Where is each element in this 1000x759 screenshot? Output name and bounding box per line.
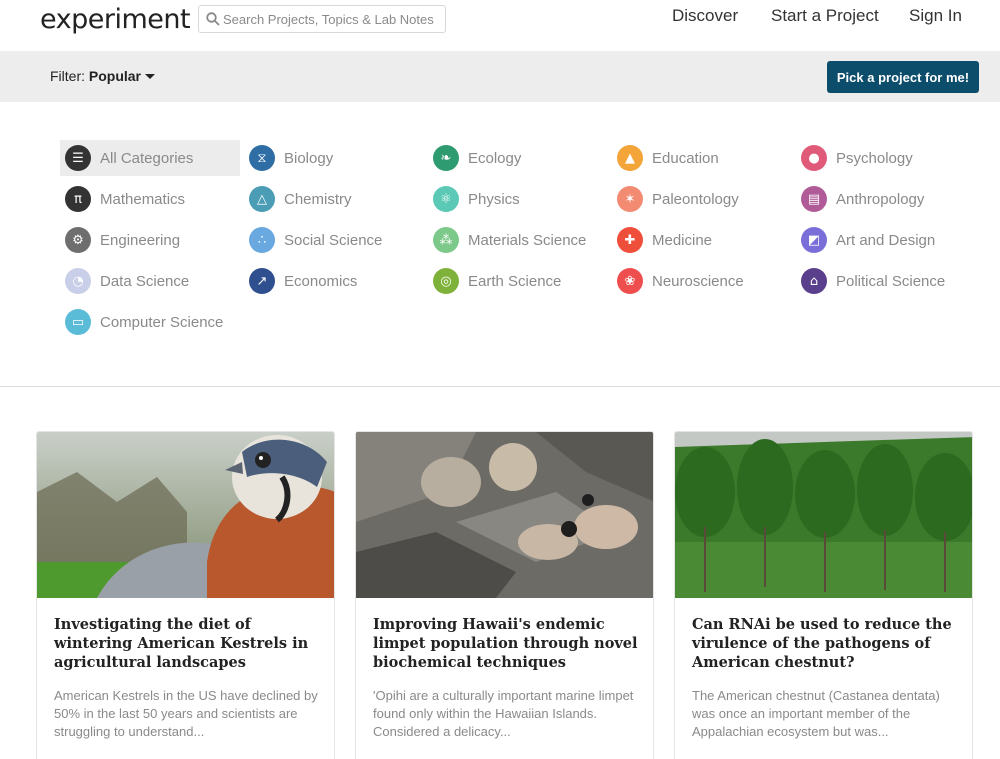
category-anthropology[interactable]: ▤ Anthropology — [796, 181, 976, 217]
search-box[interactable] — [198, 5, 446, 33]
pie-chart-icon: ◔ — [65, 268, 91, 294]
filter-label: Filter: — [50, 68, 85, 84]
project-image-limpet[interactable] — [356, 432, 653, 598]
category-list: ☰ All Categories ⧖ Biology ❧ Ecology ▲ Educatio… — [0, 102, 1000, 386]
project-description: 'Opihi are a culturally important marine… — [373, 688, 634, 739]
category-neuroscience[interactable]: ❀ Neuroscience — [612, 263, 792, 299]
project-image-chestnut[interactable] — [675, 432, 972, 598]
category-label: Psychology — [836, 149, 913, 167]
category-biology[interactable]: ⧖ Biology — [244, 140, 424, 176]
category-label: All Categories — [100, 149, 194, 167]
category-mathematics[interactable]: π Mathematics — [60, 181, 240, 217]
category-materials-science[interactable]: ⁂ Materials Science — [428, 222, 608, 258]
book-icon: ▤ — [801, 186, 827, 212]
nav-start-project[interactable]: Start a Project — [771, 6, 879, 26]
category-label: Materials Science — [468, 231, 587, 249]
category-chemistry[interactable]: △ Chemistry — [244, 181, 424, 217]
category-paleontology[interactable]: ✶ Paleontology — [612, 181, 792, 217]
filter-bar: Filter: Popular Pick a project for me! — [0, 51, 1000, 102]
head-icon: ● — [801, 145, 827, 171]
category-ecology[interactable]: ❧ Ecology — [428, 140, 608, 176]
cross-icon: ✚ — [617, 227, 643, 253]
project-card[interactable]: Improving Hawaii's endemic limpet popula… — [355, 431, 654, 759]
category-label: Paleontology — [652, 190, 739, 208]
category-label: Mathematics — [100, 190, 186, 208]
category-economics[interactable]: ↗ Economics — [244, 263, 424, 299]
project-title[interactable]: Can RNAi be used to reduce the virulence… — [692, 615, 962, 672]
search-icon — [206, 12, 220, 26]
flask-icon: △ — [249, 186, 275, 212]
project-title[interactable]: Improving Hawaii's endemic limpet popula… — [373, 615, 643, 672]
category-label: Chemistry — [284, 190, 352, 208]
category-label: Data Science — [100, 272, 190, 290]
list-icon: ☰ — [65, 145, 91, 171]
gear-icon: ⚙ — [65, 227, 91, 253]
palette-icon: ◩ — [801, 227, 827, 253]
caret-down-icon — [145, 73, 156, 79]
category-label: Education — [652, 149, 719, 167]
category-label: Ecology — [468, 149, 522, 167]
project-card[interactable]: Can RNAi be used to reduce the virulence… — [674, 431, 973, 759]
category-earth-science[interactable]: ◎ Earth Science — [428, 263, 608, 299]
category-education[interactable]: ▲ Education — [612, 140, 792, 176]
category-label: Earth Science — [468, 272, 562, 290]
category-medicine[interactable]: ✚ Medicine — [612, 222, 792, 258]
project-image-kestrel[interactable] — [37, 432, 334, 598]
category-label: Social Science — [284, 231, 383, 249]
globe-icon: ◎ — [433, 268, 459, 294]
category-psychology[interactable]: ● Psychology — [796, 140, 976, 176]
project-card[interactable]: Investigating the diet of wintering Amer… — [36, 431, 335, 759]
dna-icon: ⧖ — [249, 145, 275, 171]
category-label: Computer Science — [100, 313, 224, 331]
category-label: Biology — [284, 149, 334, 167]
category-label: Neuroscience — [652, 272, 744, 290]
project-title[interactable]: Investigating the diet of wintering Amer… — [54, 615, 324, 672]
category-art-and-design[interactable]: ◩ Art and Design — [796, 222, 976, 258]
pi-icon: π — [65, 186, 91, 212]
nav-discover[interactable]: Discover — [672, 6, 738, 26]
network-icon: ∴ — [249, 227, 275, 253]
filter-dropdown[interactable]: Filter: Popular — [50, 68, 156, 84]
category-label: Political Science — [836, 272, 946, 290]
logo[interactable]: experiment — [40, 4, 191, 35]
category-data-science[interactable]: ◔ Data Science — [60, 263, 240, 299]
monitor-icon: ▭ — [65, 309, 91, 335]
atom-icon: ⚛ — [433, 186, 459, 212]
category-engineering[interactable]: ⚙ Engineering — [60, 222, 240, 258]
filter-value: Popular — [88, 68, 142, 84]
brain-icon: ❀ — [617, 268, 643, 294]
header: experiment Discover Start a Project Sign… — [0, 0, 1000, 51]
nav-sign-in[interactable]: Sign In — [909, 6, 962, 26]
dinosaur-icon: ✶ — [617, 186, 643, 212]
category-all-categories[interactable]: ☰ All Categories — [60, 140, 240, 176]
category-computer-science[interactable]: ▭ Computer Science — [60, 304, 240, 340]
leaf-icon: ❧ — [433, 145, 459, 171]
search-input[interactable] — [223, 9, 441, 29]
category-label: Engineering — [100, 231, 181, 249]
divider — [0, 386, 1000, 387]
molecule-icon: ⁂ — [433, 227, 459, 253]
pick-project-button[interactable]: Pick a project for me! — [827, 61, 979, 93]
category-social-science[interactable]: ∴ Social Science — [244, 222, 424, 258]
graduation-cap-icon: ▲ — [617, 145, 643, 171]
building-icon: ⌂ — [801, 268, 827, 294]
category-physics[interactable]: ⚛ Physics — [428, 181, 608, 217]
category-political-science[interactable]: ⌂ Political Science — [796, 263, 976, 299]
category-label: Anthropology — [836, 190, 925, 208]
category-label: Art and Design — [836, 231, 936, 249]
project-description: The American chestnut (Castanea dentata)… — [692, 688, 940, 739]
category-label: Medicine — [652, 231, 713, 249]
project-description: American Kestrels in the US have decline… — [54, 688, 318, 739]
category-label: Physics — [468, 190, 520, 208]
chart-icon: ↗ — [249, 268, 275, 294]
category-label: Economics — [284, 272, 358, 290]
